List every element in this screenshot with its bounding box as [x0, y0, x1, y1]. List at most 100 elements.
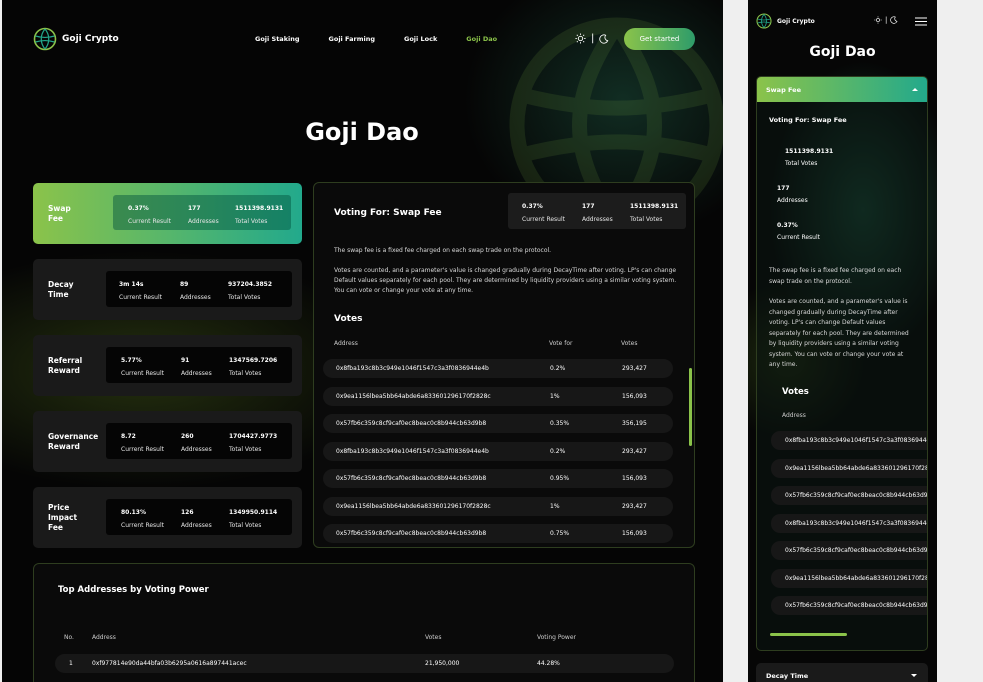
- address-cell: 0x9ea1156lbea5bb64abde6a833601296170f282…: [785, 575, 928, 582]
- card-stats: 80.13% Current Result 126 Addresses 134995…: [106, 499, 292, 535]
- brand-name: Goji Crypto: [777, 17, 815, 25]
- col-address: Address: [782, 412, 806, 419]
- table-row[interactable]: 0x9ea1156lbea5bb64abde6a833601296170f282…: [771, 459, 928, 478]
- vote-for-cell: 0.2%: [550, 365, 566, 372]
- votes-heading: Votes: [782, 387, 809, 397]
- table-row[interactable]: 0x9ea1156lbea5bb64abde6a833601296170f282…: [323, 497, 673, 516]
- col-voting-power: Voting Power: [537, 634, 576, 641]
- accordion-header[interactable]: Swap Fee: [757, 77, 927, 102]
- total-votes-label: Total Votes: [785, 160, 818, 167]
- total-votes-stat: 1511398.9131 Total Votes: [785, 146, 833, 170]
- decay-time-accordion[interactable]: Decay Time: [756, 663, 928, 682]
- voting-panel-stats: 0.37% Current Result 177 Addresses 1511398…: [508, 193, 686, 229]
- total-votes-value: 1349950.9114: [229, 509, 278, 516]
- total-votes-label: Total Votes: [228, 294, 261, 301]
- voting-rules-text: Votes are counted, and a parameter's val…: [769, 298, 909, 368]
- top-addresses-title: Top Addresses by Voting Power: [58, 585, 209, 595]
- nav-item-goji-staking[interactable]: Goji Staking: [255, 35, 300, 43]
- total-votes-label: Total Votes: [235, 218, 268, 225]
- nav-item-goji-lock[interactable]: Goji Lock: [404, 35, 437, 43]
- table-row[interactable]: 0x57fb6c359c8cf9caf0ec8beac0c8b944cb63d9…: [323, 469, 673, 488]
- nav-item-goji-dao[interactable]: Goji Dao: [466, 35, 497, 43]
- brand-logo[interactable]: Goji Crypto: [756, 13, 815, 29]
- theme-toggle: |: [874, 16, 898, 24]
- total-votes-label: Total Votes: [229, 522, 262, 529]
- hamburger-menu-icon[interactable]: [915, 17, 927, 26]
- votes-cell: 356,195: [622, 420, 647, 427]
- votes-cell: 156,093: [622, 475, 647, 482]
- card-label: Governance Reward: [48, 431, 99, 451]
- addresses-stat: 177 Addresses: [777, 183, 808, 207]
- addresses-label: Addresses: [582, 216, 613, 223]
- card-referral-reward[interactable]: Referral Reward 5.77% Current Result 91 Ad…: [33, 335, 302, 396]
- addresses-label: Addresses: [181, 522, 212, 529]
- page-title: Goji Dao: [809, 44, 876, 60]
- votes-scrollbar[interactable]: [770, 633, 847, 636]
- current-result-label: Current Result: [121, 446, 164, 453]
- card-decay-time[interactable]: Decay Time 3m 14s Current Result 89 Addres…: [33, 259, 302, 320]
- address-cell: 0x9ea1156lbea5bb64abde6a833601296170f282…: [785, 465, 928, 472]
- vote-for-cell: 0.75%: [550, 530, 570, 537]
- addresses-value: 260: [181, 433, 194, 440]
- moon-icon[interactable]: [599, 33, 609, 44]
- table-row[interactable]: 0x57fb6c359c8cf9caf0ec8beac0c8b944cb63d9…: [771, 486, 928, 505]
- votes-cell: 21,950,000: [425, 660, 460, 667]
- current-result-label: Current Result: [119, 294, 162, 301]
- vote-for-cell: 0.95%: [550, 475, 570, 482]
- current-result-value: 80.13%: [121, 509, 146, 516]
- address-cell: 0x57fb6c359c8cf9caf0ec8beac0c8b944cb63d9…: [336, 420, 487, 427]
- address-cell: 0x8fba193c8b3c949e1046f1547c3a3f0836944e…: [785, 520, 928, 527]
- current-result-value: 5.77%: [121, 357, 142, 364]
- current-result-label: Current Result: [121, 522, 164, 529]
- voting-panel-title: Voting For: Swap Fee: [334, 208, 442, 218]
- votes-cell: 156,093: [622, 530, 647, 537]
- sun-icon[interactable]: [874, 16, 882, 24]
- table-row[interactable]: 0x57fb6c359c8cf9caf0ec8beac0c8b944cb63d9…: [771, 596, 927, 615]
- brand-logo[interactable]: Goji Crypto: [33, 27, 119, 51]
- col-vote-for: Vote for: [549, 340, 573, 347]
- table-row[interactable]: 0x57fb6c359c8cf9caf0ec8beac0c8b944cb63d9…: [323, 524, 673, 543]
- voting-panel-title: Voting For: Swap Fee: [769, 116, 847, 124]
- sun-icon[interactable]: [575, 33, 586, 44]
- addresses-value: 177: [777, 185, 790, 192]
- card-price-impact-fee[interactable]: Price Impact Fee 80.13% Current Result 12…: [33, 487, 302, 548]
- current-result-label: Current Result: [522, 216, 565, 223]
- address-cell: 0xf977814e90da44bfa03b6295a0616a897441ac…: [92, 660, 247, 667]
- table-row[interactable]: 0x57fb6c359c8cf9caf0ec8beac0c8b944cb63d9…: [771, 541, 927, 560]
- card-swap-fee[interactable]: Swap Fee 0.37% Current Result 177 Addresse…: [33, 183, 302, 244]
- table-row[interactable]: 0x8fba193c8b3c949e1046f1547c3a3f0836944e…: [771, 514, 928, 533]
- voting-rules-text: Votes are counted, and a parameter's val…: [334, 267, 677, 294]
- votes-cell: 156,093: [622, 393, 647, 400]
- card-stats: 5.77% Current Result 91 Addresses 1347569.…: [106, 347, 292, 383]
- accordion-title: Decay Time: [766, 672, 809, 680]
- voting-panel: Voting For: Swap Fee 0.37% Current Result…: [313, 182, 695, 548]
- total-votes-value: 1511398.9131: [630, 203, 679, 210]
- card-stats: 8.72 Current Result 260 Addresses 1704427.…: [106, 423, 292, 459]
- address-cell: 0x57fb6c359c8cf9caf0ec8beac0c8b944cb63d9…: [785, 492, 928, 499]
- address-cell: 0x57fb6c359c8cf9caf0ec8beac0c8b944cb63d9…: [336, 530, 487, 537]
- total-votes-value: 1704427.9773: [229, 433, 278, 440]
- chevron-down-icon: [911, 674, 917, 677]
- votes-scrollbar[interactable]: [689, 368, 692, 446]
- table-row[interactable]: 0x8fba193c8b3c949e1046f1547c3a3f0836944e…: [323, 442, 673, 461]
- current-result-value: 0.37%: [522, 203, 543, 210]
- table-row[interactable]: 0x8fba193c8b3c949e1046f1547c3a3f0836944e…: [323, 359, 673, 378]
- table-row[interactable]: 0x9ea1156lbea5bb64abde6a833601296170f282…: [323, 387, 673, 406]
- nav-item-goji-farming[interactable]: Goji Farming: [329, 35, 375, 43]
- table-row[interactable]: 0x9ea1156lbea5bb64abde6a833601296170f282…: [771, 569, 928, 588]
- table-row[interactable]: 0x8fba193c8b3c949e1046f1547c3a3f0836944e…: [771, 431, 927, 450]
- card-label: Decay Time: [48, 279, 74, 299]
- theme-toggle: |: [575, 33, 609, 44]
- address-cell: 0x9ea1156lbea5bb64abde6a833601296170f282…: [336, 503, 491, 510]
- get-started-button[interactable]: Get started: [624, 28, 695, 50]
- card-governance-reward[interactable]: Governance Reward 8.72 Current Result 260…: [33, 411, 302, 472]
- table-row[interactable]: 0x57fb6c359c8cf9caf0ec8beac0c8b944cb63d9…: [323, 414, 673, 433]
- total-votes-value: 1511398.9131: [235, 205, 284, 212]
- moon-icon[interactable]: [890, 16, 898, 24]
- current-result-value: 3m 14s: [119, 281, 144, 288]
- card-stats: 3m 14s Current Result 89 Addresses 937204.…: [106, 271, 292, 307]
- table-row[interactable]: 1 0xf977814e90da44bfa03b6295a0616a897441…: [55, 654, 674, 673]
- addresses-label: Addresses: [188, 218, 219, 225]
- rank-cell: 1: [69, 660, 73, 667]
- main-nav: Goji Staking Goji Farming Goji Lock Goji…: [255, 35, 497, 43]
